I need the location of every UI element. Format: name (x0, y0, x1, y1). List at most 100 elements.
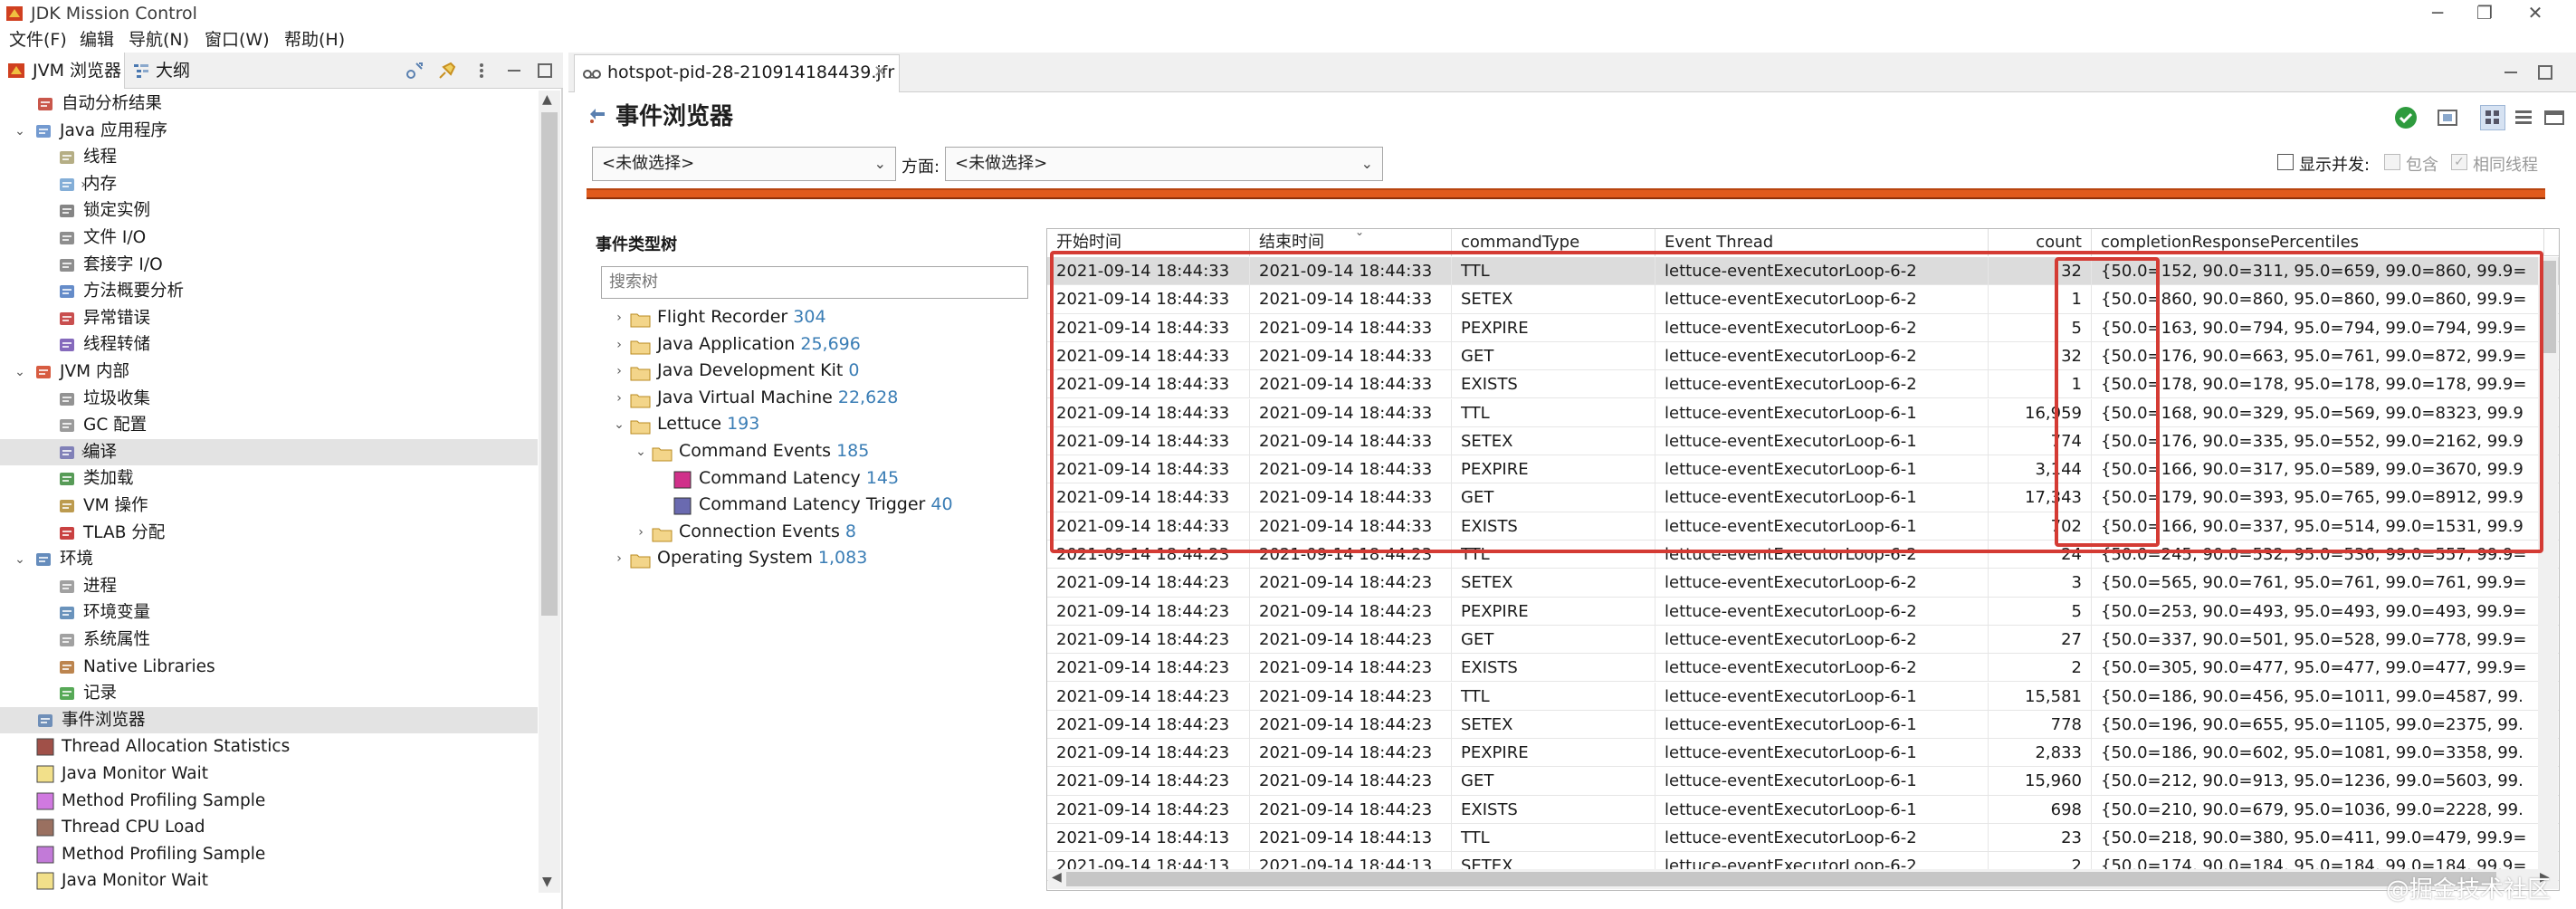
view-menu-icon[interactable] (471, 60, 492, 81)
left-tree-item[interactable]: Method Profiling Sample (0, 841, 538, 868)
event-tree-node[interactable]: Command Latency Trigger 40 (597, 492, 1032, 519)
event-tree-node[interactable]: › Java Virtual Machine 22,628 (597, 385, 1032, 412)
table-row[interactable]: 2021-09-14 18:44:13 2021-09-14 18:44:13 TT… (1047, 824, 2559, 853)
left-tree-item[interactable]: 异常错误 (0, 305, 538, 332)
event-tree-node[interactable]: › Connection Events 8 (597, 519, 1032, 546)
left-tree-item[interactable]: 记录 (0, 680, 538, 707)
chevron-right-icon[interactable]: › (612, 391, 626, 406)
chevron-right-icon[interactable]: › (612, 364, 626, 378)
event-tree-node[interactable]: ⌄ Lettuce 193 (597, 411, 1032, 438)
left-tree-item[interactable]: 进程 (0, 573, 538, 600)
menu-edit[interactable]: 编辑 (80, 30, 114, 50)
table-row[interactable]: 2021-09-14 18:44:23 2021-09-14 18:44:23 EX… (1047, 654, 2559, 683)
status-ok-icon[interactable] (2393, 105, 2419, 130)
chevron-down-icon[interactable]: ⌄ (612, 417, 626, 432)
scroll-down-icon[interactable]: ▼ (542, 875, 552, 889)
event-tree-node[interactable]: › Flight Recorder 304 (597, 304, 1032, 331)
event-tree-node[interactable]: ⌄ Command Events 185 (597, 438, 1032, 465)
left-tree-item[interactable]: Thread CPU Load (0, 814, 538, 841)
close-tab-icon[interactable]: ✕ (873, 62, 887, 81)
left-tree-item[interactable]: 事件浏览器 (0, 706, 538, 734)
connect-icon[interactable] (404, 60, 425, 81)
event-tree-node[interactable]: › Java Application 25,696 (597, 331, 1032, 359)
left-tree-scroll-thumb[interactable] (541, 112, 558, 616)
menu-help[interactable]: 帮助(H) (284, 30, 345, 50)
timeline-range-bar[interactable] (587, 188, 2545, 199)
layout-grid-icon[interactable] (2480, 105, 2505, 130)
vm-operations-icon (58, 497, 76, 515)
editor-maximize-icon[interactable] (2534, 62, 2556, 83)
table-horizontal-scroll-thumb[interactable] (1066, 872, 2496, 886)
minimize-button[interactable]: ─ (2417, 0, 2458, 27)
scroll-left-icon[interactable]: ◀ (1052, 870, 1062, 885)
minimize-view-icon[interactable] (503, 60, 525, 81)
left-tree-item[interactable]: Java Monitor Wait (0, 761, 538, 788)
menu-file[interactable]: 文件(F) (9, 30, 67, 50)
table-row[interactable]: 2021-09-14 18:44:23 2021-09-14 18:44:23 SE… (1047, 710, 2559, 740)
table-row[interactable]: 2021-09-14 18:44:23 2021-09-14 18:44:23 EX… (1047, 795, 2559, 824)
search-tree-input[interactable]: 搜索树 (601, 266, 1028, 299)
event-tree-node[interactable]: › Java Development Kit 0 (597, 358, 1032, 385)
contains-checkbox[interactable] (2384, 154, 2400, 170)
left-tree-item[interactable]: 环境变量 (0, 599, 538, 627)
chevron-right-icon[interactable]: › (634, 525, 648, 540)
left-tree-item[interactable]: 套接字 I/O (0, 252, 538, 279)
chevron-down-icon[interactable]: ⌄ (634, 445, 648, 459)
restore-button[interactable]: ❐ (2464, 0, 2505, 27)
layout-single-icon[interactable] (2542, 105, 2567, 130)
chevron-down-icon[interactable]: ⌄ (13, 552, 27, 567)
pin-icon[interactable] (436, 60, 458, 81)
left-tree-item[interactable]: 线程转储 (0, 331, 538, 359)
show-concurrent-checkbox[interactable] (2277, 154, 2294, 170)
aspect-select[interactable]: <未做选择> ⌄ (945, 147, 1383, 181)
chevron-down-icon[interactable]: ⌄ (13, 365, 27, 379)
menu-navigate[interactable]: 导航(N) (129, 30, 189, 50)
scroll-up-icon[interactable]: ▲ (542, 92, 552, 107)
left-tree-item[interactable]: ⌄ 环境 (0, 546, 538, 573)
left-tree-item[interactable]: 文件 I/O (0, 225, 538, 252)
left-tree-item[interactable]: 类加载 (0, 465, 538, 493)
chevron-right-icon[interactable]: › (612, 551, 626, 566)
left-tree-item[interactable]: 锁定实例 (0, 197, 538, 225)
chevron-down-icon[interactable]: ⌄ (13, 124, 27, 139)
event-tree-node[interactable]: Command Latency 145 (597, 465, 1032, 493)
left-tree-item[interactable]: ⌄ Java 应用程序 (0, 118, 538, 145)
chevron-right-icon[interactable]: › (612, 338, 626, 352)
table-row[interactable]: 2021-09-14 18:44:23 2021-09-14 18:44:23 GE… (1047, 767, 2559, 796)
left-tree-item[interactable]: 自动分析结果 (0, 91, 538, 118)
left-tree-item[interactable]: Native Libraries (0, 654, 538, 681)
tab-outline[interactable]: 大纲 (127, 53, 199, 89)
event-tree-node[interactable]: › Operating System 1,083 (597, 545, 1032, 572)
left-tree-item[interactable]: › 编译 (0, 438, 538, 466)
table-row[interactable]: 2021-09-14 18:44:23 2021-09-14 18:44:23 PE… (1047, 739, 2559, 768)
table-row[interactable]: 2021-09-14 18:44:23 2021-09-14 18:44:23 GE… (1047, 625, 2559, 655)
left-tree-item[interactable]: Thread Allocation Statistics (0, 733, 538, 761)
close-button[interactable]: ✕ (2514, 0, 2556, 27)
left-tree-item[interactable]: 垃圾收集 (0, 386, 538, 413)
chevron-right-icon[interactable]: › (612, 311, 626, 325)
tab-jvm-browser[interactable]: JVM 浏览器 (0, 53, 125, 89)
left-tree-item-label: 套接字 I/O (83, 254, 163, 274)
event-filter-select[interactable]: <未做选择> ⌄ (592, 147, 896, 181)
left-tree-item[interactable]: 系统属性 (0, 627, 538, 654)
left-tree-item[interactable]: 线程 (0, 144, 538, 171)
left-tree-item[interactable]: 方法概要分析 (0, 278, 538, 305)
left-tree-item[interactable]: GC 配置 (0, 412, 538, 439)
table-row[interactable]: 2021-09-14 18:44:23 2021-09-14 18:44:23 SE… (1047, 569, 2559, 598)
editor-minimize-icon[interactable] (2500, 62, 2522, 83)
table-row[interactable]: 2021-09-14 18:44:23 2021-09-14 18:44:23 PE… (1047, 597, 2559, 626)
same-thread-checkbox[interactable]: ✓ (2451, 154, 2467, 170)
left-tree-item[interactable]: › 内存 (0, 171, 538, 198)
event-type-icon (36, 818, 54, 837)
layout-list-icon[interactable] (2511, 105, 2536, 130)
menu-window[interactable]: 窗口(W) (205, 30, 270, 50)
left-tree-item[interactable]: TLAB 分配 (0, 520, 538, 547)
left-tree-item[interactable]: VM 操作 (0, 493, 538, 520)
left-tree-item[interactable]: Java Monitor Wait (0, 867, 538, 893)
tab-recording-file[interactable]: hotspot-pid-28-210914184439.jfr ✕ (574, 54, 900, 92)
maximize-view-icon[interactable] (534, 60, 556, 81)
left-tree-item[interactable]: Method Profiling Sample (0, 788, 538, 815)
export-icon[interactable] (2435, 105, 2460, 130)
left-tree-item[interactable]: ⌄ JVM 内部 (0, 359, 538, 386)
table-row[interactable]: 2021-09-14 18:44:23 2021-09-14 18:44:23 TT… (1047, 682, 2559, 711)
